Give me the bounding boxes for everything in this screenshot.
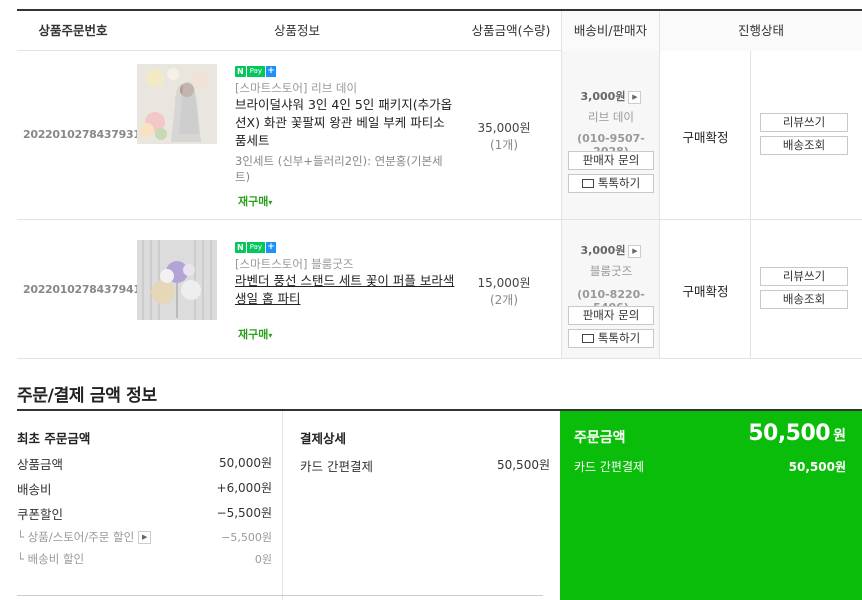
initial-order-heading: 최초 주문금액 (17, 431, 91, 446)
product-thumbnail[interactable] (137, 64, 217, 144)
header-shipping-seller: 배송비/판매자 (561, 11, 659, 51)
amount-row: 상품금액 50,000원 (17, 456, 272, 472)
shipping-seller-cell: 3,000원▶ 리브 데이 (010-9507-2028) 판매자 문의 톡톡하… (561, 51, 659, 219)
table-row: 2022010278437931 N Pay + [스마트스토어] 리브 데이 브라… (17, 51, 862, 220)
product-option: 3인세트 (신부+들러리2인): 연분홍(기본세트) (235, 154, 443, 184)
order-table: 상품주문번호 상품정보 상품금액(수량) 배송비/판매자 진행상태 202201… (17, 9, 862, 359)
shipping-seller-cell: 3,000원▶ 블룸굿즈 (010-8220-5406) 판매자 문의 톡톡하기 (561, 220, 659, 358)
track-shipping-button[interactable]: 배송조회 (760, 290, 848, 309)
seller-name: 리브 데이 (588, 110, 634, 124)
payment-summary: 최초 주문금액 상품금액 50,000원 배송비 +6,000원 쿠폰할인 −5… (17, 409, 862, 600)
payment-section-title: 주문/결제 금액 정보 (17, 386, 157, 406)
product-price: 35,000원 (477, 121, 531, 135)
chat-icon (581, 334, 594, 343)
header-status: 진행상태 (659, 11, 862, 51)
product-price: 15,000원 (477, 276, 531, 290)
seller-inquiry-button[interactable]: 판매자 문의 (568, 306, 654, 325)
product-name[interactable]: 브라이덜샤워 3인 4인 5인 패키지(추가옵션X) 화관 꽃팔찌 왕관 베일 … (235, 96, 455, 150)
status-cell: 구매확정 (659, 51, 750, 219)
talktalk-button[interactable]: 톡톡하기 (568, 174, 654, 193)
product-thumbnail[interactable] (137, 240, 217, 320)
divider (17, 595, 543, 596)
total-method-amount: 50,500원 (788, 460, 846, 474)
arrow-right-icon[interactable]: ▶ (628, 244, 642, 258)
npay-badge: N Pay + (235, 241, 277, 253)
rebuy-link[interactable]: 재구매▾ (238, 326, 272, 342)
arrow-right-icon[interactable]: ▶ (138, 531, 152, 544)
total-order-amount-panel: 주문금액 50,500 원 카드 간편결제 50,500원 (560, 411, 862, 600)
status-cell: 구매확정 (659, 220, 750, 358)
product-name[interactable]: 라벤더 풍선 스탠드 세트 꽃이 퍼플 보라색 생일 홈 파티 (235, 272, 455, 308)
action-cell: 리뷰쓰기 배송조회 (750, 220, 862, 358)
store-name[interactable]: [스마트스토어] 블룸굿즈 (235, 256, 353, 272)
action-cell: 리뷰쓰기 배송조회 (750, 51, 862, 219)
store-name[interactable]: [스마트스토어] 리브 데이 (235, 80, 357, 96)
chat-icon (581, 179, 594, 188)
product-quantity: (1개) (489, 138, 519, 152)
rebuy-link[interactable]: 재구매▾ (238, 193, 272, 209)
initial-order-amount-panel: 최초 주문금액 상품금액 50,000원 배송비 +6,000원 쿠폰할인 −5… (17, 411, 282, 600)
header-order-no: 상품주문번호 (38, 23, 108, 38)
total-amount: 50,500 원 (748, 421, 846, 446)
write-review-button[interactable]: 리뷰쓰기 (760, 113, 848, 132)
order-status: 구매확정 (682, 284, 729, 299)
amount-subrow: └ 상품/스토어/주문 할인 ▶ −5,500원 (17, 530, 272, 544)
header-product-info: 상품정보 (273, 23, 320, 38)
shipping-fee: 3,000원 ▶ (562, 88, 660, 104)
chevron-down-icon: ▾ (268, 198, 273, 207)
seller-name: 블룸굿즈 (589, 264, 633, 278)
amount-row: 배송비 +6,000원 (17, 481, 272, 497)
amount-row: 쿠폰할인 −5,500원 (17, 506, 272, 522)
shipping-fee: 3,000원 ▶ (562, 242, 660, 258)
arrow-right-icon[interactable]: ▶ (628, 90, 642, 104)
order-number[interactable]: 2022010278437941 (23, 283, 141, 296)
order-number[interactable]: 2022010278437931 (23, 128, 141, 141)
table-row: 2022010278437941 N Pay + [스마트스토어] 블룸굿즈 라벤더… (17, 220, 862, 359)
payment-method-row: 카드 간편결제 50,500원 (300, 458, 550, 474)
header-price-qty: 상품금액(수량) (471, 23, 551, 38)
payment-detail-panel: 결제상세 카드 간편결제 50,500원 (282, 411, 560, 600)
npay-badge: N Pay + (235, 65, 277, 77)
table-header: 상품주문번호 상품정보 상품금액(수량) 배송비/판매자 진행상태 (17, 11, 862, 51)
payment-detail-heading: 결제상세 (300, 431, 347, 446)
chevron-down-icon: ▾ (268, 331, 273, 340)
talktalk-button[interactable]: 톡톡하기 (568, 329, 654, 348)
total-heading: 주문금액 (574, 430, 626, 446)
track-shipping-button[interactable]: 배송조회 (760, 136, 848, 155)
total-method: 카드 간편결제 (574, 460, 645, 474)
order-status: 구매확정 (682, 130, 729, 145)
write-review-button[interactable]: 리뷰쓰기 (760, 267, 848, 286)
amount-subrow: └ 배송비 할인 0원 (17, 552, 272, 566)
product-quantity: (2개) (489, 293, 519, 307)
seller-inquiry-button[interactable]: 판매자 문의 (568, 151, 654, 170)
